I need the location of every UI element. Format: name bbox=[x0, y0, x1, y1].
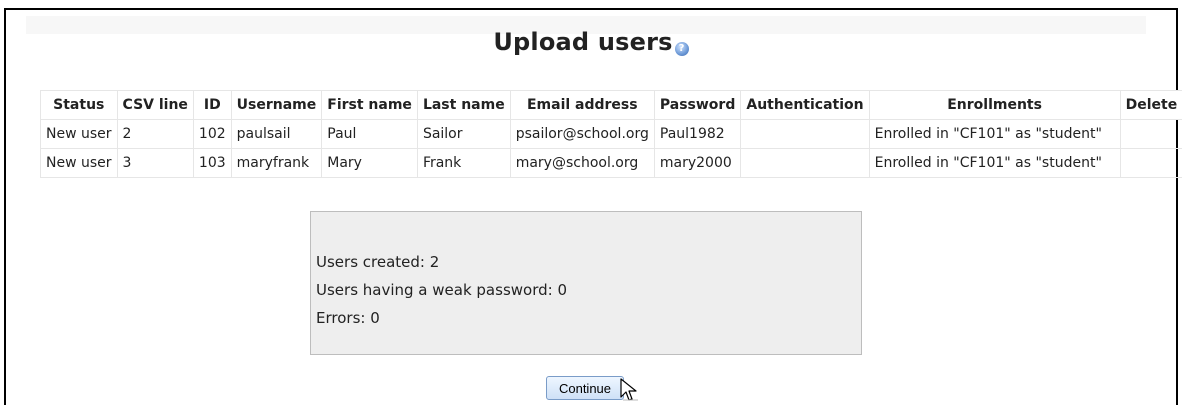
errors-text: Errors: 0 bbox=[316, 309, 380, 327]
cell-csv-line: 2 bbox=[116, 119, 194, 149]
header-first-name: First name bbox=[321, 90, 418, 120]
mouse-cursor-icon bbox=[620, 378, 638, 401]
header-status: Status bbox=[40, 90, 118, 120]
cell-first-name: Paul bbox=[321, 119, 418, 149]
header-password: Password bbox=[653, 90, 742, 120]
header-email-address: Email address bbox=[509, 90, 655, 120]
header-enrollments: Enrollments bbox=[868, 90, 1121, 120]
header-id: ID bbox=[192, 90, 232, 120]
header-username: Username bbox=[230, 90, 323, 120]
page-title-text: Upload users bbox=[493, 28, 673, 56]
cell-last-name: Frank bbox=[416, 148, 511, 178]
table-row: New user 3 103 maryfrank Mary Frank mary… bbox=[40, 148, 1182, 178]
cell-id: 102 bbox=[192, 119, 232, 149]
help-icon[interactable]: ? bbox=[674, 42, 689, 56]
cell-password: Paul1982 bbox=[653, 119, 742, 149]
table-row: New user 2 102 paulsail Paul Sailor psai… bbox=[40, 119, 1182, 149]
cell-enrollments: Enrolled in "CF101" as "student" bbox=[868, 119, 1121, 149]
header-last-name: Last name bbox=[416, 90, 511, 120]
table-header-row: Status CSV line ID Username First name L… bbox=[40, 90, 1182, 120]
cell-password: mary2000 bbox=[653, 148, 742, 178]
cell-username: paulsail bbox=[230, 119, 323, 149]
cell-delete bbox=[1119, 119, 1182, 149]
weak-password-text: Users having a weak password: 0 bbox=[316, 281, 567, 299]
header-delete: Delete bbox=[1119, 90, 1182, 120]
continue-button[interactable]: Continue bbox=[546, 376, 624, 400]
upload-summary-box: Users created: 2 Users having a weak pas… bbox=[310, 211, 862, 355]
cell-email: mary@school.org bbox=[509, 148, 655, 178]
cell-enrollments: Enrolled in "CF101" as "student" bbox=[868, 148, 1121, 178]
header-csv-line: CSV line bbox=[116, 90, 194, 120]
users-created-text: Users created: 2 bbox=[316, 253, 440, 271]
cell-delete bbox=[1119, 148, 1182, 178]
cell-id: 103 bbox=[192, 148, 232, 178]
cell-email: psailor@school.org bbox=[509, 119, 655, 149]
cell-username: maryfrank bbox=[230, 148, 323, 178]
cell-status: New user bbox=[40, 148, 118, 178]
cell-status: New user bbox=[40, 119, 118, 149]
header-authentication: Authentication bbox=[740, 90, 870, 120]
upload-results-table: Status CSV line ID Username First name L… bbox=[40, 90, 1182, 178]
cell-first-name: Mary bbox=[321, 148, 418, 178]
page-title: Upload users? bbox=[0, 28, 1182, 56]
cell-last-name: Sailor bbox=[416, 119, 511, 149]
cell-csv-line: 3 bbox=[116, 148, 194, 178]
cell-authentication bbox=[740, 148, 870, 178]
cell-authentication bbox=[740, 119, 870, 149]
